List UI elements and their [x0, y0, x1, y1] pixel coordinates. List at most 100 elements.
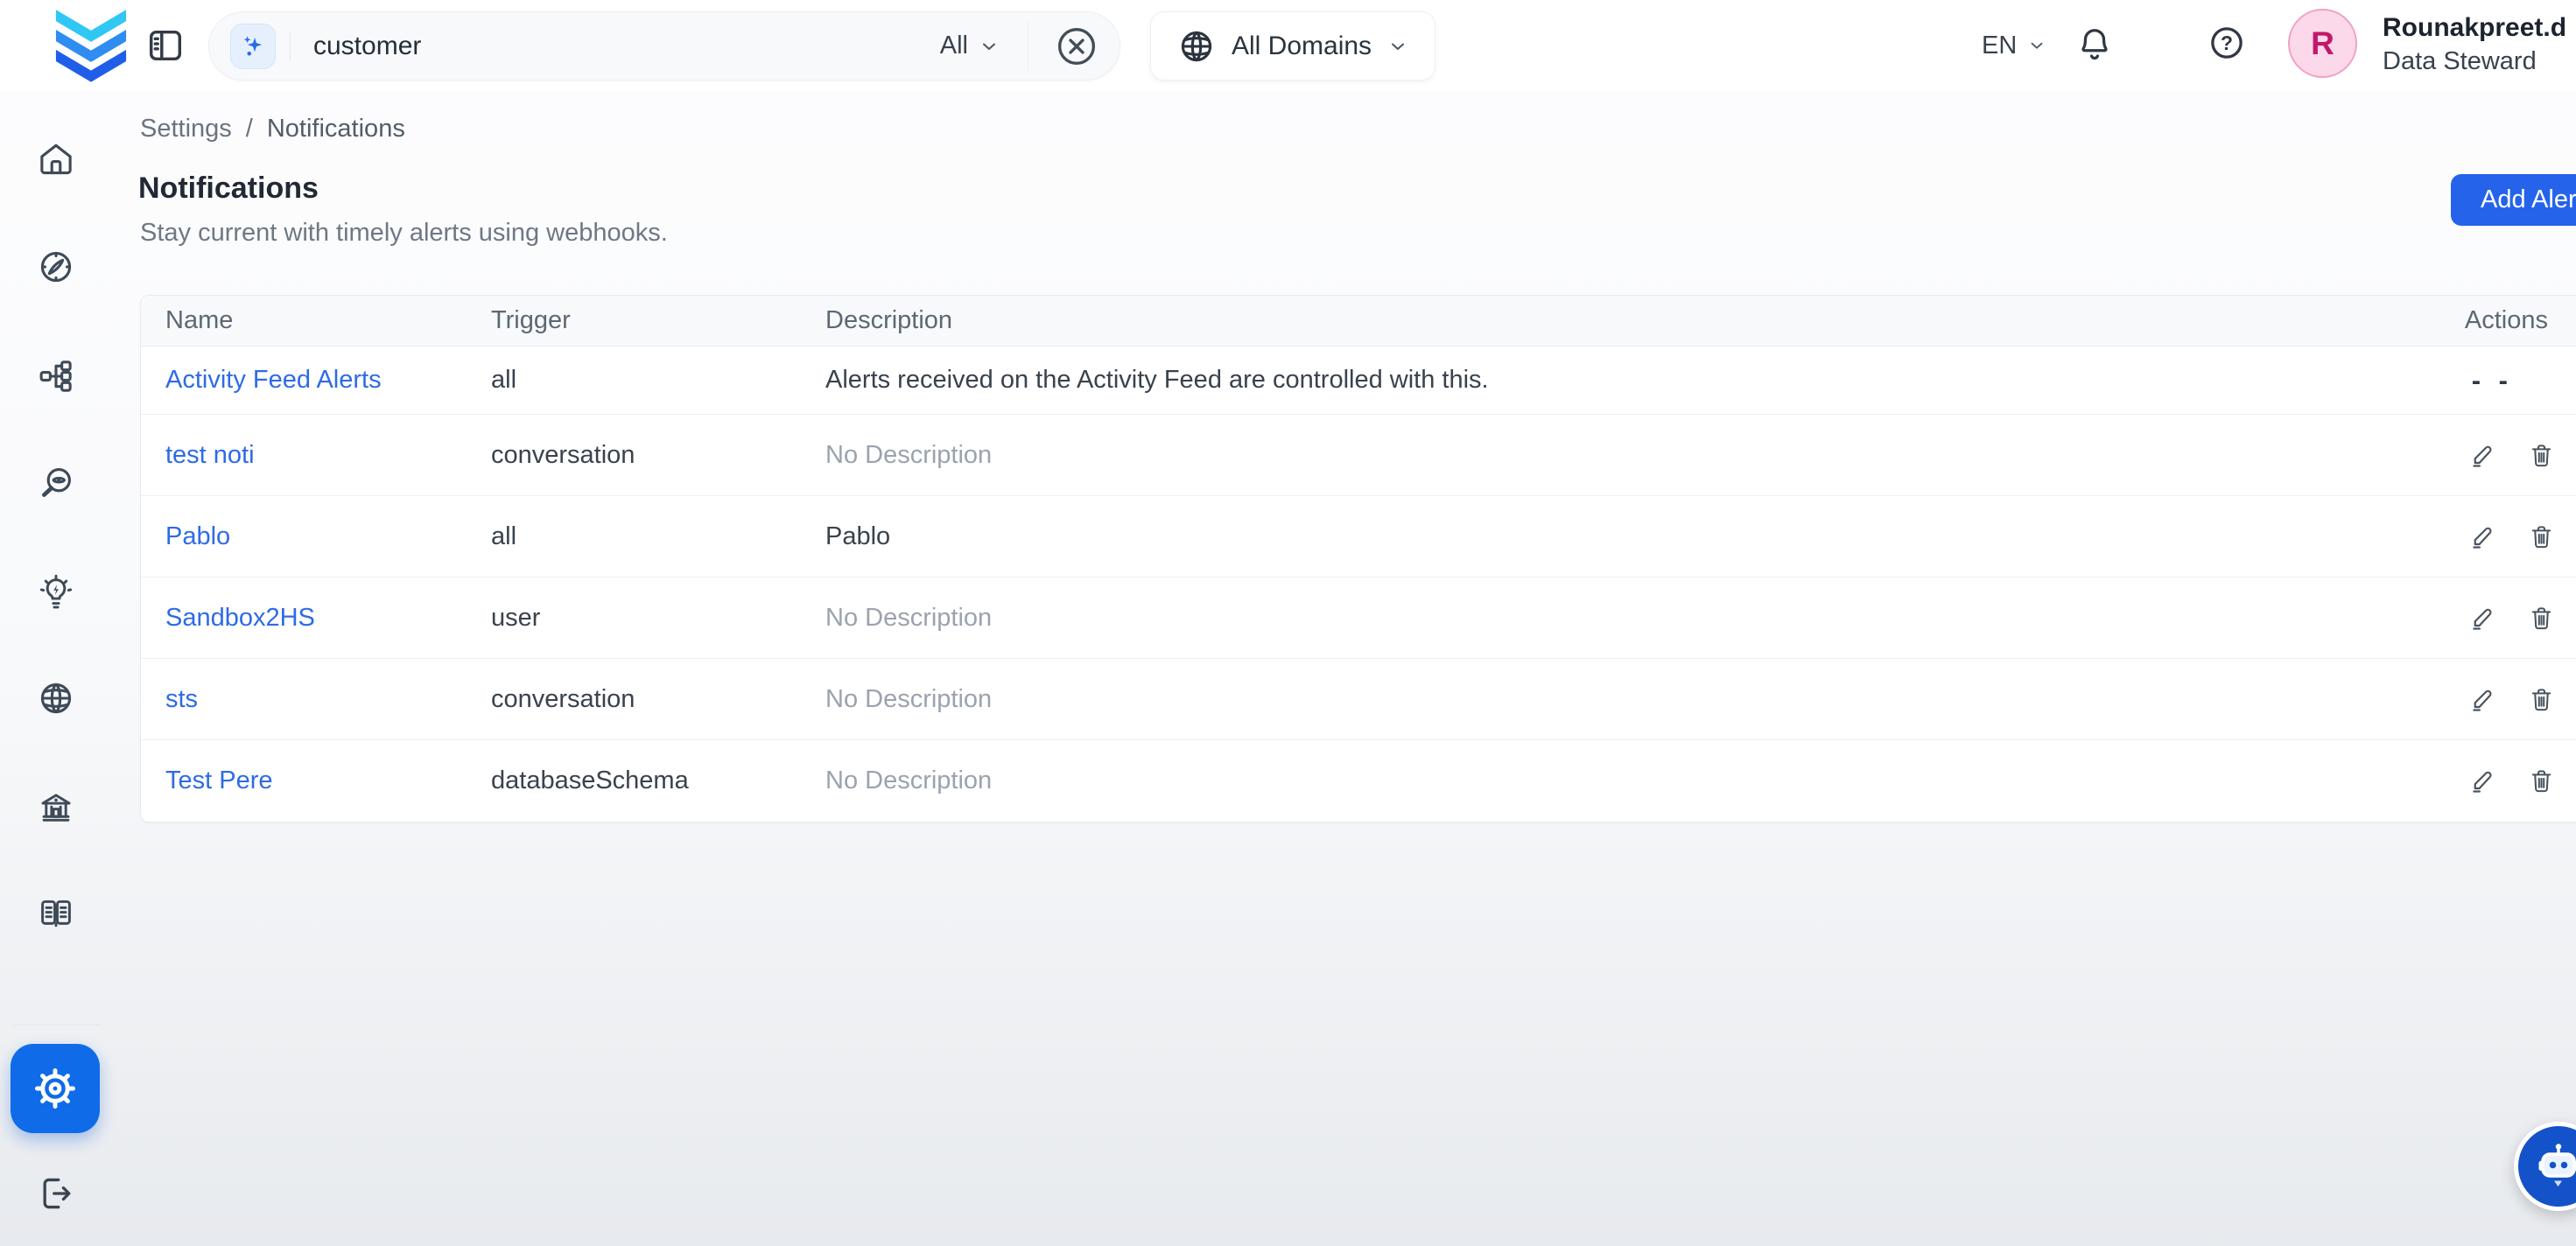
- table-row: Activity Feed Alerts all Alerts received…: [141, 346, 2576, 415]
- delete-trash-icon: [2528, 767, 2555, 794]
- sidebar-item-home[interactable]: [37, 140, 75, 178]
- domains-globe-icon: [37, 679, 75, 718]
- edit-alert-button[interactable]: [2469, 442, 2496, 469]
- sidebar-item-glossary[interactable]: [37, 894, 75, 933]
- edit-alert-button[interactable]: [2469, 767, 2496, 794]
- edit-pencil-icon: [2469, 605, 2496, 632]
- app-logo: [39, 6, 144, 85]
- help-icon: ?: [2207, 24, 2246, 62]
- sidebar-divider: [14, 1025, 102, 1026]
- user-role: Data Steward: [2383, 45, 2566, 78]
- alert-trigger: all: [491, 366, 825, 395]
- table-row: Pablo all Pablo: [141, 496, 2576, 578]
- search-scope-dropdown[interactable]: All: [940, 32, 1000, 60]
- table-row: test noti conversation No Description: [141, 415, 2576, 496]
- edit-pencil-icon: [2469, 442, 2496, 469]
- sidebar-item-govern[interactable]: [37, 788, 75, 827]
- sidebar-item-settings[interactable]: [11, 1044, 100, 1133]
- app-root: All All Domains: [0, 0, 2576, 1246]
- edit-pencil-icon: [2469, 767, 2496, 794]
- column-header-actions: Actions: [2371, 306, 2576, 335]
- edit-pencil-icon: [2469, 523, 2496, 550]
- domains-dropdown[interactable]: All Domains: [1150, 11, 1435, 80]
- layers-logo-icon: [39, 6, 144, 85]
- sidebar-item-lineage[interactable]: [37, 357, 75, 396]
- glossary-icon: [37, 894, 75, 933]
- language-label: EN: [1982, 32, 2017, 60]
- bell-icon: [2074, 24, 2115, 65]
- language-dropdown[interactable]: EN: [1982, 0, 2046, 91]
- search-input[interactable]: [312, 31, 940, 62]
- alert-name-link[interactable]: test noti: [165, 441, 255, 469]
- delete-alert-button[interactable]: [2528, 523, 2555, 550]
- help-button[interactable]: ?: [2207, 24, 2246, 62]
- alert-description: No Description: [825, 441, 2371, 470]
- alert-name-link[interactable]: sts: [165, 685, 198, 713]
- alert-name-link[interactable]: Pablo: [165, 522, 230, 550]
- alert-trigger: databaseSchema: [491, 766, 825, 795]
- table-row: Sandbox2HS user No Description: [141, 578, 2576, 659]
- delete-alert-button[interactable]: [2528, 767, 2555, 794]
- logout-icon: [37, 1174, 75, 1213]
- alert-name-link[interactable]: Activity Feed Alerts: [165, 366, 382, 394]
- robot-icon: [2532, 1140, 2576, 1193]
- sidebar-item-insights[interactable]: [37, 574, 75, 612]
- alert-description: No Description: [825, 604, 2371, 633]
- alert-trigger: conversation: [491, 685, 825, 714]
- edit-alert-button[interactable]: [2469, 523, 2496, 550]
- clear-search-button[interactable]: [1053, 23, 1100, 70]
- sidebar-toggle-button[interactable]: [145, 25, 186, 66]
- table-row: Test Pere databaseSchema No Description: [141, 740, 2576, 822]
- lineage-icon: [37, 357, 75, 396]
- delete-alert-button[interactable]: [2528, 686, 2555, 713]
- notifications-bell-button[interactable]: [2074, 24, 2115, 65]
- top-bar: All All Domains: [0, 0, 2576, 91]
- edit-alert-button[interactable]: [2469, 686, 2496, 713]
- home-icon: [37, 140, 75, 178]
- global-search-bar: All: [208, 11, 1120, 80]
- sidebar-item-explore[interactable]: [37, 248, 75, 286]
- delete-trash-icon: [2528, 442, 2555, 469]
- table-body: Activity Feed Alerts all Alerts received…: [141, 346, 2576, 822]
- user-info[interactable]: Rounakpreet.d Data Steward: [2383, 11, 2566, 78]
- settings-gear-icon: [31, 1064, 80, 1113]
- edit-alert-button[interactable]: [2469, 605, 2496, 632]
- edit-pencil-icon: [2469, 686, 2496, 713]
- chevron-down-icon: [1387, 36, 1408, 57]
- sidebar-item-observability[interactable]: [37, 464, 75, 502]
- table-header: Name Trigger Description Actions: [141, 296, 2576, 346]
- chevron-down-icon: [979, 36, 1000, 57]
- globe-icon: [1177, 27, 1216, 66]
- alert-description: No Description: [825, 685, 2371, 714]
- chevron-down-icon: [2027, 36, 2046, 55]
- insights-icon: [37, 574, 75, 612]
- breadcrumb-settings[interactable]: Settings: [140, 115, 232, 144]
- explore-compass-icon: [37, 248, 75, 286]
- delete-trash-icon: [2528, 605, 2555, 632]
- alert-description: Alerts received on the Activity Feed are…: [825, 366, 2371, 395]
- sidebar-item-domains[interactable]: [37, 679, 75, 718]
- column-header-name: Name: [165, 306, 491, 335]
- table-row: sts conversation No Description: [141, 659, 2576, 740]
- sidebar-item-logout[interactable]: [37, 1174, 75, 1213]
- alert-description: No Description: [825, 766, 2371, 795]
- alert-trigger: user: [491, 604, 825, 633]
- panel-toggle-icon: [145, 25, 186, 66]
- column-header-trigger: Trigger: [491, 306, 825, 335]
- chatbot-button[interactable]: [2514, 1122, 2576, 1211]
- delete-alert-button[interactable]: [2528, 605, 2555, 632]
- avatar-initial: R: [2311, 25, 2334, 62]
- user-name: Rounakpreet.d: [2383, 11, 2566, 45]
- search-scope-label: All: [940, 32, 968, 60]
- delete-alert-button[interactable]: [2528, 442, 2555, 469]
- alert-name-link[interactable]: Sandbox2HS: [165, 604, 315, 632]
- page-subtitle: Stay current with timely alerts using we…: [140, 219, 668, 248]
- notifications-table: Name Trigger Description Actions Activit…: [140, 295, 2576, 822]
- breadcrumb-separator: /: [246, 115, 253, 144]
- alert-name-link[interactable]: Test Pere: [165, 766, 273, 794]
- add-alert-button[interactable]: Add Alert: [2451, 174, 2576, 226]
- domains-label: All Domains: [1232, 32, 1372, 61]
- actions-placeholder: - -: [2472, 365, 2576, 396]
- page-title: Notifications: [138, 172, 319, 206]
- user-avatar[interactable]: R: [2288, 9, 2357, 78]
